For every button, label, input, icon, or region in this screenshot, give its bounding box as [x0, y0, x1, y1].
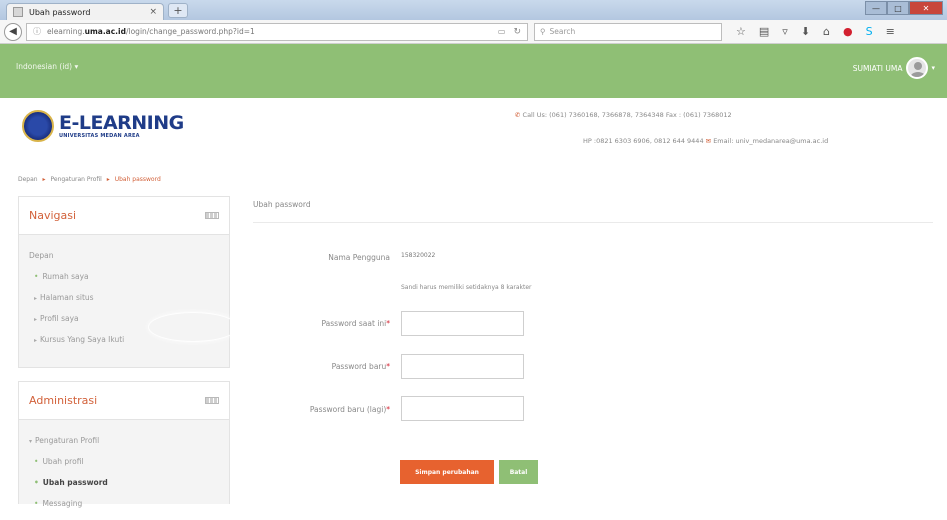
back-arrow-icon[interactable]: ◀: [4, 22, 22, 41]
expand-arrow-icon: ▸: [34, 295, 38, 302]
mail-icon: ✉: [705, 137, 712, 145]
nav-item-home[interactable]: Depan: [29, 245, 219, 266]
search-icon: ⚲: [540, 27, 546, 36]
breadcrumb-profile-settings[interactable]: Pengaturan Profil: [50, 176, 101, 183]
phone-icon: ✆: [515, 111, 521, 119]
browser-navbar: ◀ ⓘ elearning. uma.ac.id/login/change_pas…: [0, 20, 947, 44]
bullet-icon: •: [34, 457, 39, 466]
nav-item-my-courses[interactable]: ▸ Kursus Yang Saya Ikuti: [29, 329, 219, 350]
expand-arrow-icon: ▸: [34, 337, 38, 344]
username-label: Nama Pengguna: [328, 253, 390, 262]
site-info-icon[interactable]: ⓘ: [33, 26, 41, 37]
maximize-button[interactable]: □: [887, 1, 909, 15]
new-password-again-field[interactable]: [401, 396, 524, 421]
contact-hp-email: HP :0821 6303 6906, 0812 644 9444 ✉ Emai…: [583, 137, 828, 145]
nav-item-site-pages[interactable]: ▸ Halaman situs: [29, 287, 219, 308]
tab-close-icon[interactable]: ×: [149, 7, 157, 17]
browser-search-input[interactable]: ⚲ Search: [534, 22, 722, 41]
administration-title: Administrasi: [29, 394, 98, 407]
page-title: Ubah password: [253, 200, 311, 209]
current-password-label: Password saat ini*: [321, 319, 390, 328]
minimize-button[interactable]: —: [865, 1, 887, 15]
new-password-label: Password baru*: [331, 362, 390, 371]
title-divider: [253, 222, 933, 223]
bookmarks-list-icon[interactable]: ▤: [759, 25, 769, 38]
nav-item-my-profile[interactable]: ▸ Profil saya: [29, 308, 219, 329]
contact-email[interactable]: Email: univ_medanarea@uma.ac.id: [713, 137, 828, 145]
cancel-button[interactable]: Batal: [499, 460, 538, 484]
close-window-button[interactable]: ✕: [909, 1, 943, 15]
admin-item-profile-settings[interactable]: ▾ Pengaturan Profil: [29, 430, 219, 451]
bullet-icon: •: [34, 478, 39, 487]
browser-tab[interactable]: Ubah password ×: [6, 3, 164, 20]
collapse-arrow-icon: ▾: [29, 438, 33, 445]
password-rule-hint: Sandi harus memiliki setidaknya 8 karakt…: [401, 284, 532, 291]
administration-block: Administrasi ▾ Pengaturan Profil • Ubah pr…: [18, 381, 230, 508]
logo-title: E-LEARNING: [59, 112, 184, 134]
user-menu[interactable]: SUMIATI UMA ▾: [853, 57, 935, 79]
breadcrumb-separator: ▸: [106, 176, 110, 183]
navigation-title: Navigasi: [29, 209, 77, 222]
dock-block-icon[interactable]: [205, 212, 219, 219]
site-logo[interactable]: E-LEARNING UNIVERSITAS MEDAN AREA: [22, 110, 184, 142]
breadcrumb-home[interactable]: Depan: [18, 176, 38, 183]
required-icon: *: [386, 362, 390, 371]
download-icon[interactable]: ⬇: [801, 25, 810, 38]
page-favicon-icon: [13, 7, 23, 17]
home-icon[interactable]: ⌂: [823, 25, 830, 38]
chevron-down-icon: ▾: [931, 64, 935, 72]
breadcrumb-current[interactable]: Ubah password: [115, 176, 161, 183]
nav-item-my-home[interactable]: • Rumah saya: [29, 266, 219, 287]
menu-icon[interactable]: ≡: [886, 25, 895, 38]
url-prefix: elearning.: [47, 27, 85, 36]
new-tab-button[interactable]: +: [168, 3, 188, 18]
avatar: [906, 57, 929, 79]
language-menu[interactable]: Indonesian (id) ▾: [16, 62, 78, 71]
contact-hp: HP :0821 6303 6906, 0812 644 9444: [583, 137, 704, 145]
window-controls: — □ ✕: [865, 1, 943, 15]
required-icon: *: [386, 319, 390, 328]
expand-arrow-icon: ▸: [34, 316, 38, 323]
url-domain: uma.ac.id: [84, 27, 126, 36]
search-placeholder: Search: [549, 27, 576, 36]
adblock-icon[interactable]: ●: [843, 25, 853, 38]
bullet-icon: •: [34, 272, 39, 281]
skype-icon[interactable]: S: [866, 25, 873, 38]
new-password-again-label: Password baru (lagi)*: [309, 405, 390, 414]
dock-block-icon[interactable]: [205, 397, 219, 404]
username-value: 158320022: [401, 252, 436, 259]
pocket-icon[interactable]: ▿: [782, 25, 788, 38]
reload-icon[interactable]: ↻: [513, 27, 521, 37]
admin-item-change-password[interactable]: • Ubah password: [29, 472, 219, 493]
browser-toolbar: ☆ ▤ ▿ ⬇ ⌂ ● S ≡: [736, 25, 895, 38]
url-bar[interactable]: ⓘ elearning. uma.ac.id/login/change_passw…: [26, 22, 528, 41]
new-password-field[interactable]: [401, 354, 524, 379]
breadcrumb-separator: ▸: [42, 176, 46, 183]
url-path: /login/change_password.php?id=1: [125, 27, 255, 36]
bookmark-star-icon[interactable]: ☆: [736, 25, 746, 38]
contact-phone: ✆ Call Us: (061) 7360168, 7366878, 73643…: [515, 111, 732, 119]
reader-view-icon[interactable]: ▭: [498, 27, 506, 36]
save-changes-button[interactable]: Simpan perubahan: [400, 460, 494, 484]
browser-titlebar: Ubah password × + — □ ✕: [0, 0, 947, 20]
admin-item-edit-profile[interactable]: • Ubah profil: [29, 451, 219, 472]
user-name: SUMIATI UMA: [852, 63, 903, 73]
current-password-field[interactable]: [401, 311, 524, 336]
tab-title: Ubah password: [29, 7, 91, 17]
site-header: Indonesian (id) ▾ SUMIATI UMA ▾: [0, 44, 947, 98]
university-seal-icon: [22, 110, 54, 142]
navigation-block: Navigasi Depan • Rumah saya ▸ Halaman situ…: [18, 196, 230, 368]
breadcrumb: Depan ▸ Pengaturan Profil ▸ Ubah passwor…: [18, 176, 161, 183]
required-icon: *: [386, 405, 390, 414]
